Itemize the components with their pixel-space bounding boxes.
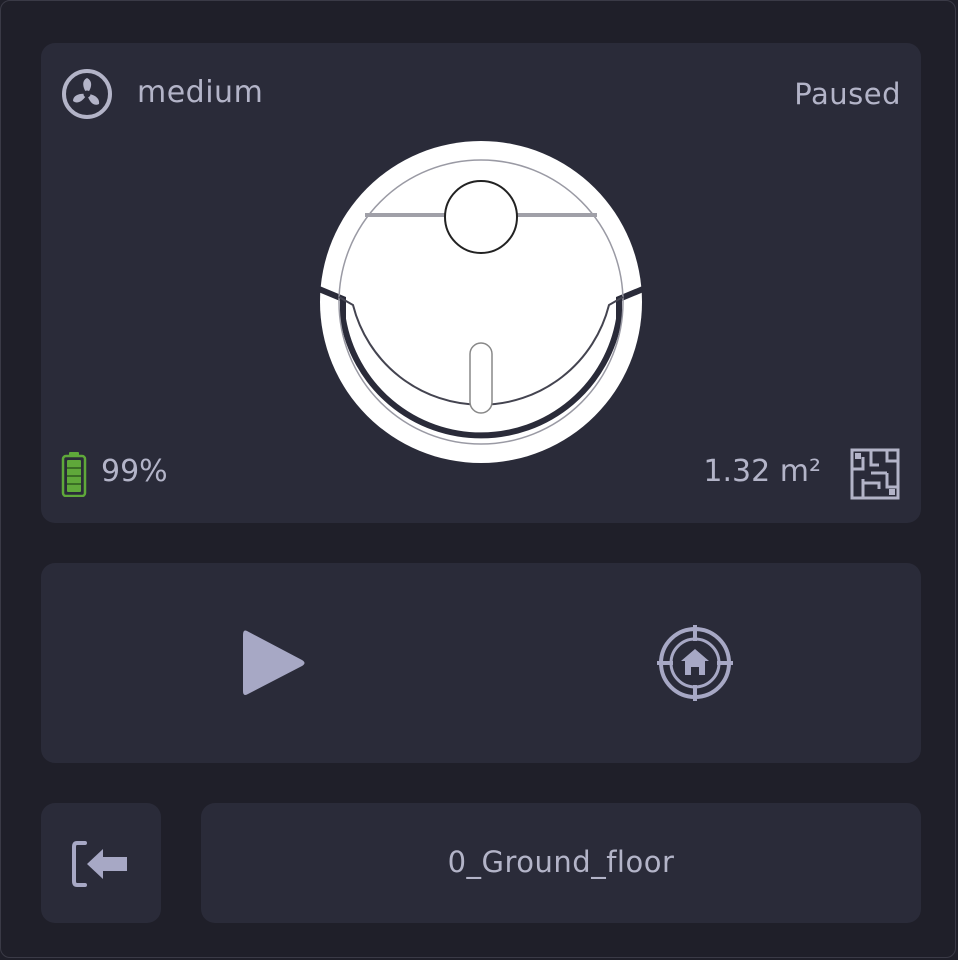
vacuum-card: medium Paused 99% 1.32 m² 0_Ground_floor — [0, 0, 956, 958]
floor-selector[interactable]: 0_Ground_floor — [201, 803, 921, 923]
sign-in-arrow-icon — [72, 841, 127, 887]
play-button[interactable] — [239, 625, 309, 701]
status-panel: medium Paused 99% 1.32 m² — [41, 43, 921, 523]
battery-icon — [61, 452, 87, 497]
floor-map-icon[interactable] — [849, 447, 901, 501]
vacuum-state-label: Paused — [794, 77, 901, 111]
fan-icon[interactable] — [61, 68, 113, 120]
cleaned-area-label: 1.32 m² — [703, 454, 821, 489]
exit-button[interactable] — [41, 803, 161, 923]
robot-vacuum-illustration — [319, 141, 643, 463]
return-home-button[interactable] — [657, 625, 733, 701]
control-panel — [41, 563, 921, 763]
floor-name-label: 0_Ground_floor — [447, 845, 675, 879]
fan-speed-label: medium — [137, 75, 264, 110]
battery-level-label: 99% — [101, 454, 168, 489]
